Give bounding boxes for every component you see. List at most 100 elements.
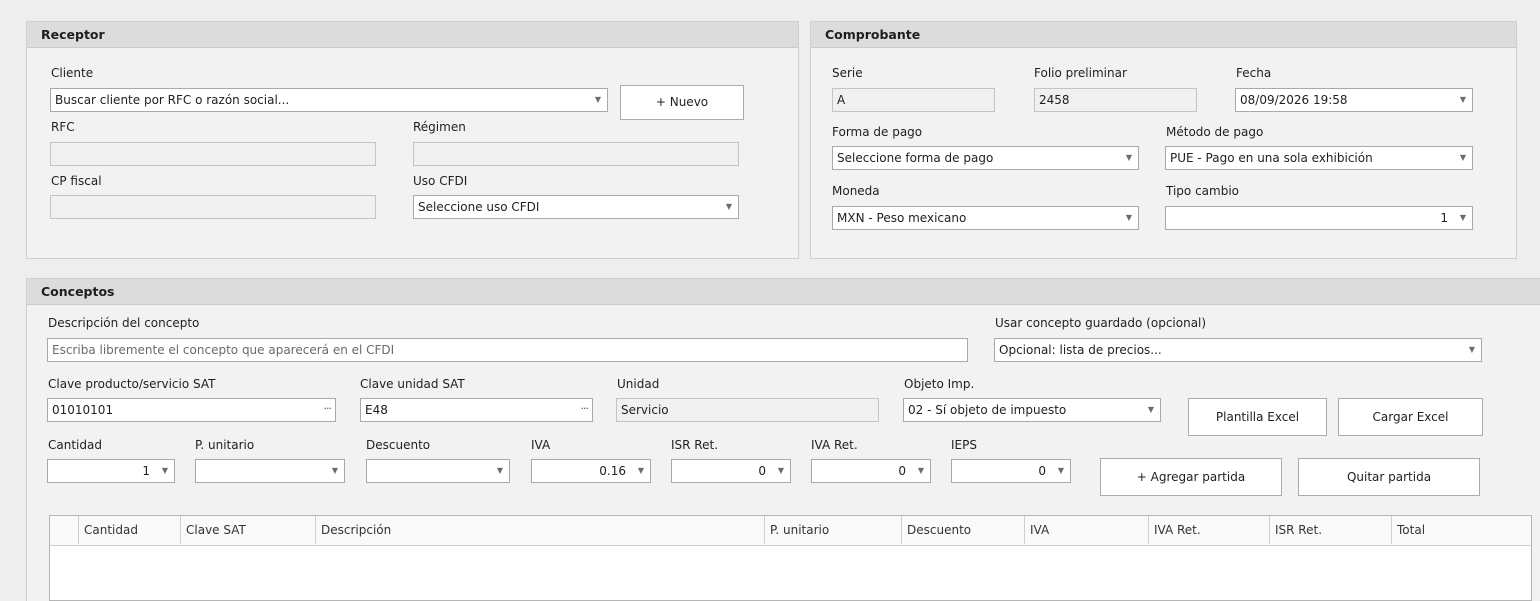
column-header-descripcion[interactable]: Descripción	[315, 516, 764, 544]
chevron-down-icon[interactable]: ▼	[1142, 399, 1160, 421]
iva-label: IVA	[531, 438, 551, 452]
ieps-label: IEPS	[951, 438, 977, 452]
receptor-title: Receptor	[27, 22, 798, 48]
descripcion-label: Descripción del concepto	[48, 316, 200, 330]
chevron-down-icon[interactable]: ▼	[912, 460, 930, 482]
column-header-iva-ret[interactable]: IVA Ret.	[1148, 516, 1269, 544]
iva-ret-label: IVA Ret.	[811, 438, 858, 452]
cantidad-label: Cantidad	[48, 438, 102, 452]
cliente-placeholder: Buscar cliente por RFC o razón social...	[55, 93, 290, 107]
cliente-combobox[interactable]: Buscar cliente por RFC o razón social...…	[50, 88, 608, 112]
uso-cfdi-value: Seleccione uso CFDI	[418, 200, 540, 214]
chevron-down-icon[interactable]: ▼	[589, 89, 607, 111]
iva-ret-spinner[interactable]: 0 ▼	[811, 459, 931, 483]
chevron-down-icon[interactable]: ▼	[1454, 147, 1472, 169]
metodo-pago-label: Método de pago	[1166, 125, 1264, 139]
iva-ret-value: 0	[898, 464, 906, 478]
punitario-spinner[interactable]: ▼	[195, 459, 345, 483]
uso-cfdi-select[interactable]: Seleccione uso CFDI ▼	[413, 195, 739, 219]
regimen-field[interactable]	[413, 142, 739, 166]
tipo-cambio-spinner[interactable]: 1 ▼	[1165, 206, 1473, 230]
fecha-datepicker[interactable]: 08/09/2026 19:58 ▼	[1235, 88, 1473, 112]
chevron-down-icon[interactable]: ▼	[491, 460, 509, 482]
column-header-iva[interactable]: IVA	[1024, 516, 1148, 544]
punitario-label: P. unitario	[195, 438, 255, 452]
rfc-field[interactable]	[50, 142, 376, 166]
metodo-pago-select[interactable]: PUE - Pago en una sola exhibición ▼	[1165, 146, 1473, 170]
isr-ret-spinner[interactable]: 0 ▼	[671, 459, 791, 483]
regimen-label: Régimen	[413, 120, 466, 134]
fecha-label: Fecha	[1236, 66, 1272, 80]
moneda-value: MXN - Peso mexicano	[837, 211, 967, 225]
chevron-down-icon[interactable]: ▼	[1120, 147, 1138, 169]
receptor-panel: Receptor	[26, 21, 799, 259]
descripcion-input[interactable]: Escriba libremente el concepto que apare…	[47, 338, 968, 362]
chevron-down-icon[interactable]: ▼	[1463, 339, 1481, 361]
nuevo-cliente-button[interactable]: + Nuevo	[620, 85, 744, 120]
isr-ret-value: 0	[758, 464, 766, 478]
column-header-descuento[interactable]: Descuento	[901, 516, 1024, 544]
forma-pago-value: Seleccione forma de pago	[837, 151, 994, 165]
folio-label: Folio preliminar	[1034, 66, 1127, 80]
chevron-down-icon[interactable]: ▼	[1454, 207, 1472, 229]
chevron-down-icon[interactable]: ▼	[632, 460, 650, 482]
forma-pago-label: Forma de pago	[832, 125, 923, 139]
chevron-down-icon[interactable]: ▼	[156, 460, 174, 482]
ellipsis-icon[interactable]: ···	[324, 399, 332, 421]
moneda-select[interactable]: MXN - Peso mexicano ▼	[832, 206, 1139, 230]
iva-spinner[interactable]: 0.16 ▼	[531, 459, 651, 483]
objeto-imp-label: Objeto Imp.	[904, 377, 975, 391]
metodo-pago-value: PUE - Pago en una sola exhibición	[1170, 151, 1373, 165]
cargar-excel-button[interactable]: Cargar Excel	[1338, 398, 1483, 436]
chevron-down-icon[interactable]: ▼	[1052, 460, 1070, 482]
iva-value: 0.16	[599, 464, 626, 478]
uso-cfdi-label: Uso CFDI	[413, 174, 468, 188]
chevron-down-icon[interactable]: ▼	[772, 460, 790, 482]
clave-unidad-label: Clave unidad SAT	[360, 377, 465, 391]
quitar-partida-button[interactable]: Quitar partida	[1298, 458, 1480, 496]
forma-pago-select[interactable]: Seleccione forma de pago ▼	[832, 146, 1139, 170]
column-header-punitario[interactable]: P. unitario	[764, 516, 901, 544]
tipo-cambio-label: Tipo cambio	[1166, 184, 1240, 198]
serie-label: Serie	[832, 66, 863, 80]
chevron-down-icon[interactable]: ▼	[1120, 207, 1138, 229]
clave-producto-value: 01010101	[52, 403, 114, 417]
chevron-down-icon[interactable]: ▼	[720, 196, 738, 218]
partidas-grid[interactable]: Cantidad Clave SAT Descripción P. unitar…	[49, 515, 1532, 601]
descripcion-placeholder: Escriba libremente el concepto que apare…	[52, 343, 395, 357]
clave-producto-label: Clave producto/servicio SAT	[48, 377, 216, 391]
chevron-down-icon[interactable]: ▼	[326, 460, 344, 482]
clave-unidad-lookup[interactable]: E48 ···	[360, 398, 593, 422]
cp-fiscal-label: CP fiscal	[51, 174, 102, 188]
objeto-imp-select[interactable]: 02 - Sí objeto de impuesto ▼	[903, 398, 1161, 422]
folio-field[interactable]: 2458	[1034, 88, 1197, 112]
moneda-label: Moneda	[832, 184, 880, 198]
ieps-value: 0	[1038, 464, 1046, 478]
concepto-guardado-label: Usar concepto guardado (opcional)	[995, 316, 1207, 330]
column-header-total[interactable]: Total	[1391, 516, 1531, 544]
cp-fiscal-field[interactable]	[50, 195, 376, 219]
column-header-isr-ret[interactable]: ISR Ret.	[1269, 516, 1391, 544]
conceptos-title: Conceptos	[27, 279, 1540, 305]
chevron-down-icon[interactable]: ▼	[1454, 89, 1472, 111]
agregar-partida-button[interactable]: + Agregar partida	[1100, 458, 1282, 496]
tipo-cambio-value: 1	[1440, 211, 1448, 225]
cantidad-spinner[interactable]: 1 ▼	[47, 459, 175, 483]
concepto-guardado-select[interactable]: Opcional: lista de precios... ▼	[994, 338, 1482, 362]
objeto-imp-value: 02 - Sí objeto de impuesto	[908, 403, 1067, 417]
fecha-value: 08/09/2026 19:58	[1240, 93, 1348, 107]
unidad-value: Servicio	[621, 403, 669, 417]
clave-producto-lookup[interactable]: 01010101 ···	[47, 398, 336, 422]
unidad-field[interactable]: Servicio	[616, 398, 879, 422]
ieps-spinner[interactable]: 0 ▼	[951, 459, 1071, 483]
plantilla-excel-button[interactable]: Plantilla Excel	[1188, 398, 1327, 436]
grid-header: Cantidad Clave SAT Descripción P. unitar…	[50, 516, 1531, 546]
isr-ret-label: ISR Ret.	[671, 438, 719, 452]
descuento-spinner[interactable]: ▼	[366, 459, 510, 483]
column-header-cantidad[interactable]: Cantidad	[78, 516, 180, 544]
serie-value: A	[837, 93, 846, 107]
folio-value: 2458	[1039, 93, 1070, 107]
column-header-clave-sat[interactable]: Clave SAT	[180, 516, 315, 544]
ellipsis-icon[interactable]: ···	[581, 399, 589, 421]
serie-field[interactable]: A	[832, 88, 995, 112]
